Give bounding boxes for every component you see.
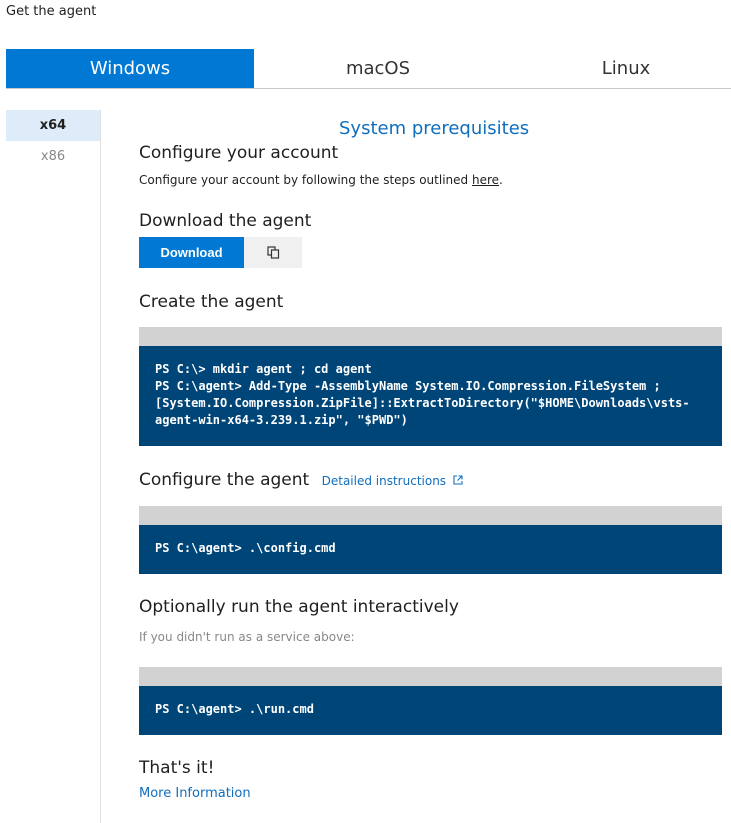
detailed-instructions-link[interactable]: Detailed instructions — [322, 474, 463, 488]
code-block-header[interactable] — [139, 327, 722, 346]
create-agent-code: PS C:\> mkdir agent ; cd agent PS C:\age… — [139, 346, 722, 446]
arch-item-x86[interactable]: x86 — [6, 141, 100, 172]
tab-windows[interactable]: Windows — [6, 49, 254, 88]
get-agent-panel: Get the agent Windows macOS Linux x64 x8… — [0, 0, 731, 823]
configure-agent-heading: Configure the agent Detailed instruction… — [139, 470, 463, 490]
tab-linux[interactable]: Linux — [502, 49, 731, 88]
os-tabs: Windows macOS Linux — [6, 49, 731, 89]
run-agent-code: PS C:\agent> .\run.cmd — [139, 686, 722, 735]
copy-icon — [266, 246, 279, 259]
run-agent-title: Optionally run the agent interactively — [139, 597, 459, 617]
code-block-header[interactable] — [139, 506, 722, 525]
detailed-instructions-label: Detailed instructions — [321, 474, 447, 488]
more-information-link[interactable]: More Information — [139, 786, 251, 801]
configure-agent-code-block: PS C:\agent> .\config.cmd — [139, 506, 722, 574]
configure-agent-title: Configure the agent — [139, 470, 310, 490]
configure-account-text: Configure your account by following the … — [139, 173, 503, 187]
configure-account-title: Configure your account — [139, 143, 339, 163]
system-prerequisites-link[interactable]: System prerequisites — [339, 118, 529, 139]
download-row: Download — [139, 237, 302, 268]
arch-sidebar: x64 x86 — [6, 110, 101, 823]
download-agent-title: Download the agent — [139, 211, 312, 231]
download-button[interactable]: Download — [139, 237, 244, 268]
arch-item-x64[interactable]: x64 — [6, 110, 100, 141]
run-agent-code-block: PS C:\agent> .\run.cmd — [139, 667, 722, 735]
external-link-icon — [453, 475, 463, 485]
copy-download-url-button[interactable] — [244, 237, 302, 268]
code-block-header[interactable] — [139, 667, 722, 686]
create-agent-code-block: PS C:\> mkdir agent ; cd agent PS C:\age… — [139, 327, 722, 446]
create-agent-title: Create the agent — [139, 292, 284, 312]
tab-macos[interactable]: macOS — [254, 49, 502, 88]
configure-account-text-before: Configure your account by following the … — [139, 173, 472, 187]
here-link[interactable]: here — [472, 173, 499, 187]
configure-account-text-after: . — [499, 173, 503, 187]
panel-title: Get the agent — [6, 4, 97, 19]
run-agent-hint: If you didn't run as a service above: — [139, 630, 355, 644]
finish-title: That's it! — [139, 758, 215, 778]
configure-agent-code: PS C:\agent> .\config.cmd — [139, 525, 722, 574]
